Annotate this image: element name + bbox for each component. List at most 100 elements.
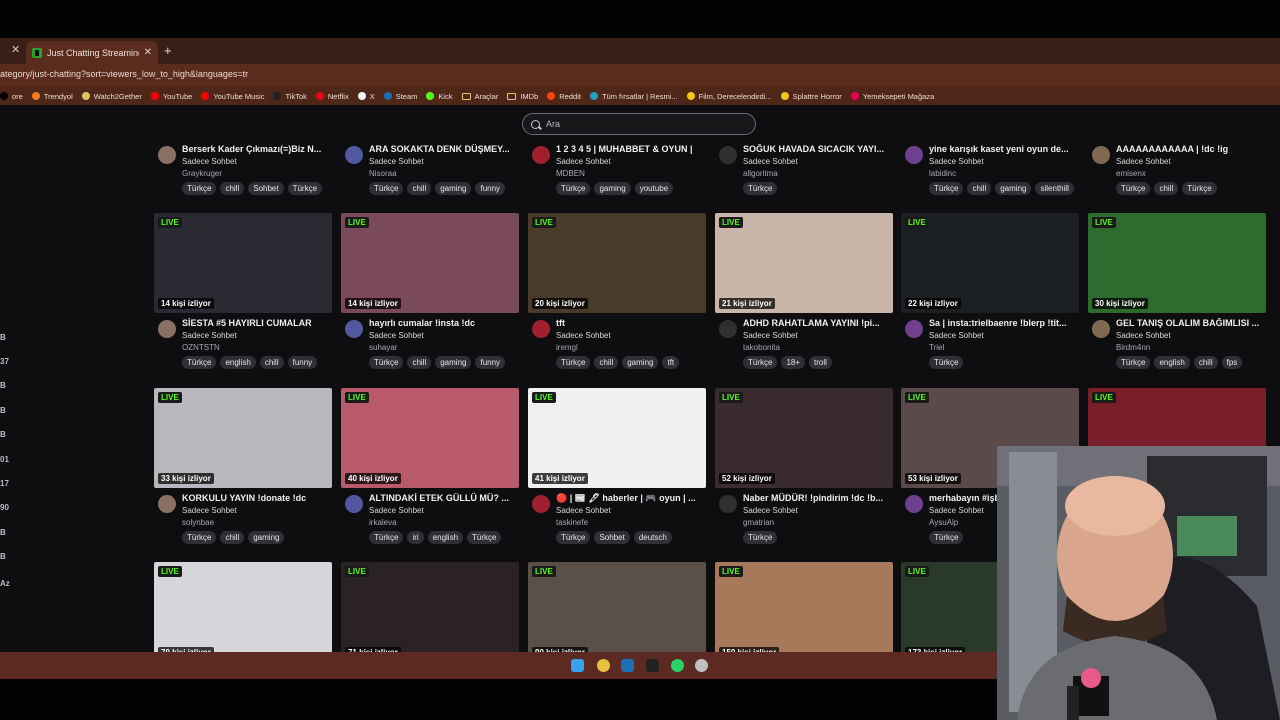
tag-pill[interactable]: Türkçe [556, 531, 591, 544]
tag-pill[interactable]: Türkçe [182, 182, 217, 195]
bookmark-item[interactable]: YouTube [150, 92, 192, 101]
tag-pill[interactable]: youtube [634, 182, 674, 195]
bookmark-item[interactable]: Trendyol [31, 92, 73, 101]
active-tab[interactable]: Just Chatting Streaming - Live ✕ [26, 41, 158, 64]
streamer-avatar[interactable] [719, 495, 737, 513]
tag-pill[interactable]: english [1154, 356, 1190, 369]
tag-pill[interactable]: chill [1154, 182, 1179, 195]
tag-pill[interactable]: Türkçe [1116, 356, 1151, 369]
streamer-avatar[interactable] [719, 146, 737, 164]
stream-thumbnail[interactable]: LIVE 21 kişi izliyor [715, 213, 893, 313]
prev-tab-close-icon[interactable]: ✕ [11, 43, 20, 56]
streamer-name[interactable]: Triel [929, 343, 944, 352]
tag-pill[interactable]: Türkçe [369, 531, 404, 544]
stream-category[interactable]: Sadece Sohbet [556, 331, 611, 340]
streamer-avatar[interactable] [532, 495, 550, 513]
streamer-name[interactable]: Nisoraa [369, 169, 397, 178]
streamer-avatar[interactable] [158, 495, 176, 513]
stream-title[interactable]: hayırlı cumalar !insta !dc [369, 318, 517, 328]
bookmark-item[interactable]: IMDb [507, 92, 538, 101]
bookmark-item[interactable]: Netflix [315, 92, 349, 101]
stream-thumbnail[interactable]: LIVE 30 kişi izliyor [1088, 213, 1266, 313]
bookmark-item[interactable]: Yemeksepeti Mağaza [850, 92, 934, 101]
bookmark-item[interactable]: Kick [426, 92, 453, 101]
stream-category[interactable]: Sadece Sohbet [369, 157, 424, 166]
stream-title[interactable]: GEL TANIŞ OLALIM BAĞIMLISI ... [1116, 318, 1264, 328]
game-icon[interactable] [695, 659, 708, 672]
stream-category[interactable]: Sadece Sohbet [182, 506, 237, 515]
streamer-avatar[interactable] [905, 320, 923, 338]
streamer-name[interactable]: irkaleva [369, 518, 397, 527]
stream-thumbnail[interactable]: LIVE70 kişi izliyor [154, 562, 332, 652]
stream-category[interactable]: Sadece Sohbet [556, 506, 611, 515]
bookmark-item[interactable]: X [357, 92, 375, 101]
tag-pill[interactable]: Türkçe [1182, 182, 1217, 195]
stream-title[interactable]: Berserk Kader Çıkmazı(=)Biz N... [182, 144, 330, 154]
stream-category[interactable]: Sadece Sohbet [369, 331, 424, 340]
streamer-name[interactable]: Graykruger [182, 169, 222, 178]
stream-title[interactable]: KORKULU YAYIN !donate !dc [182, 493, 330, 503]
tab-close-icon[interactable]: ✕ [144, 47, 152, 58]
streamer-name[interactable]: solynbae [182, 518, 214, 527]
streamer-name[interactable]: emisenx [1116, 169, 1146, 178]
stream-category[interactable]: Sadece Sohbet [929, 331, 984, 340]
streamer-name[interactable]: iremgl [556, 343, 578, 352]
tag-pill[interactable]: troll [809, 356, 832, 369]
stream-category[interactable]: Sadece Sohbet [369, 506, 424, 515]
tag-pill[interactable]: gaming [594, 182, 631, 195]
stream-title[interactable]: tft [556, 318, 704, 328]
whatsapp-icon[interactable] [671, 659, 684, 672]
stream-thumbnail[interactable]: LIVE 14 kişi izliyor [154, 213, 332, 313]
streamer-avatar[interactable] [345, 146, 363, 164]
stream-title[interactable]: yine karışık kaset yeni oyun de... [929, 144, 1077, 154]
tag-pill[interactable]: gaming [995, 182, 1032, 195]
tag-pill[interactable]: Sohbet [248, 182, 284, 195]
tag-pill[interactable]: chill [220, 182, 245, 195]
stream-thumbnail[interactable]: LIVE 20 kişi izliyor [528, 213, 706, 313]
epic-icon[interactable] [646, 659, 659, 672]
windows-icon[interactable] [571, 659, 584, 672]
tag-pill[interactable]: chill [1193, 356, 1218, 369]
stream-title[interactable]: ADHD RAHATLAMA YAYINI !pi... [743, 318, 891, 328]
new-tab-button[interactable]: + [164, 43, 172, 58]
streamer-name[interactable]: takobonita [743, 343, 780, 352]
streamer-name[interactable]: OZNTSTN [182, 343, 220, 352]
streamer-avatar[interactable] [532, 146, 550, 164]
streamer-avatar[interactable] [1092, 146, 1110, 164]
tag-pill[interactable]: tft [662, 356, 680, 369]
tag-pill[interactable]: Türkçe [467, 531, 502, 544]
stream-category[interactable]: Sadece Sohbet [929, 157, 984, 166]
stream-category[interactable]: Sadece Sohbet [743, 506, 798, 515]
stream-category[interactable]: Sadece Sohbet [556, 157, 611, 166]
streamer-avatar[interactable] [532, 320, 550, 338]
stream-title[interactable]: SOĞUK HAVADA SICACIK YAYI... [743, 144, 891, 154]
bookmark-item[interactable]: Film, Derecelendirdi... [686, 92, 772, 101]
tag-pill[interactable]: Türkçe [182, 531, 217, 544]
bookmark-item[interactable]: Splattre Horror [780, 92, 842, 101]
tag-pill[interactable]: Türkçe [929, 356, 964, 369]
tag-pill[interactable]: iri [407, 531, 424, 544]
stream-category[interactable]: Sadece Sohbet [1116, 331, 1171, 340]
streamer-name[interactable]: allgoritma [743, 169, 778, 178]
tag-pill[interactable]: chill [967, 182, 992, 195]
stream-title[interactable]: ALTINDAKİ ETEK GÜLLÜ MÜ? ... [369, 493, 517, 503]
tag-pill[interactable]: 18+ [781, 356, 806, 369]
tag-pill[interactable]: Türkçe [929, 182, 964, 195]
stream-thumbnail[interactable]: LIVE 41 kişi izliyor [528, 388, 706, 488]
streamer-avatar[interactable] [158, 146, 176, 164]
tag-pill[interactable]: funny [475, 182, 506, 195]
tag-pill[interactable]: funny [475, 356, 506, 369]
streamer-name[interactable]: taskinefe [556, 518, 588, 527]
tag-pill[interactable]: Türkçe [743, 182, 778, 195]
stream-thumbnail[interactable]: LIVE 40 kişi izliyor [341, 388, 519, 488]
stream-thumbnail[interactable]: LIVE90 kişi izliyor [528, 562, 706, 652]
tag-pill[interactable]: english [220, 356, 256, 369]
tag-pill[interactable]: Sohbet [594, 531, 630, 544]
tag-pill[interactable]: funny [287, 356, 318, 369]
streamer-avatar[interactable] [345, 320, 363, 338]
url-text[interactable]: ategory/just-chatting?sort=viewers_low_t… [0, 69, 248, 79]
bookmark-item[interactable]: YouTube Music [201, 92, 264, 101]
stream-category[interactable]: Sadece Sohbet [182, 157, 237, 166]
stream-category[interactable]: Sadece Sohbet [182, 331, 237, 340]
streamer-avatar[interactable] [719, 320, 737, 338]
